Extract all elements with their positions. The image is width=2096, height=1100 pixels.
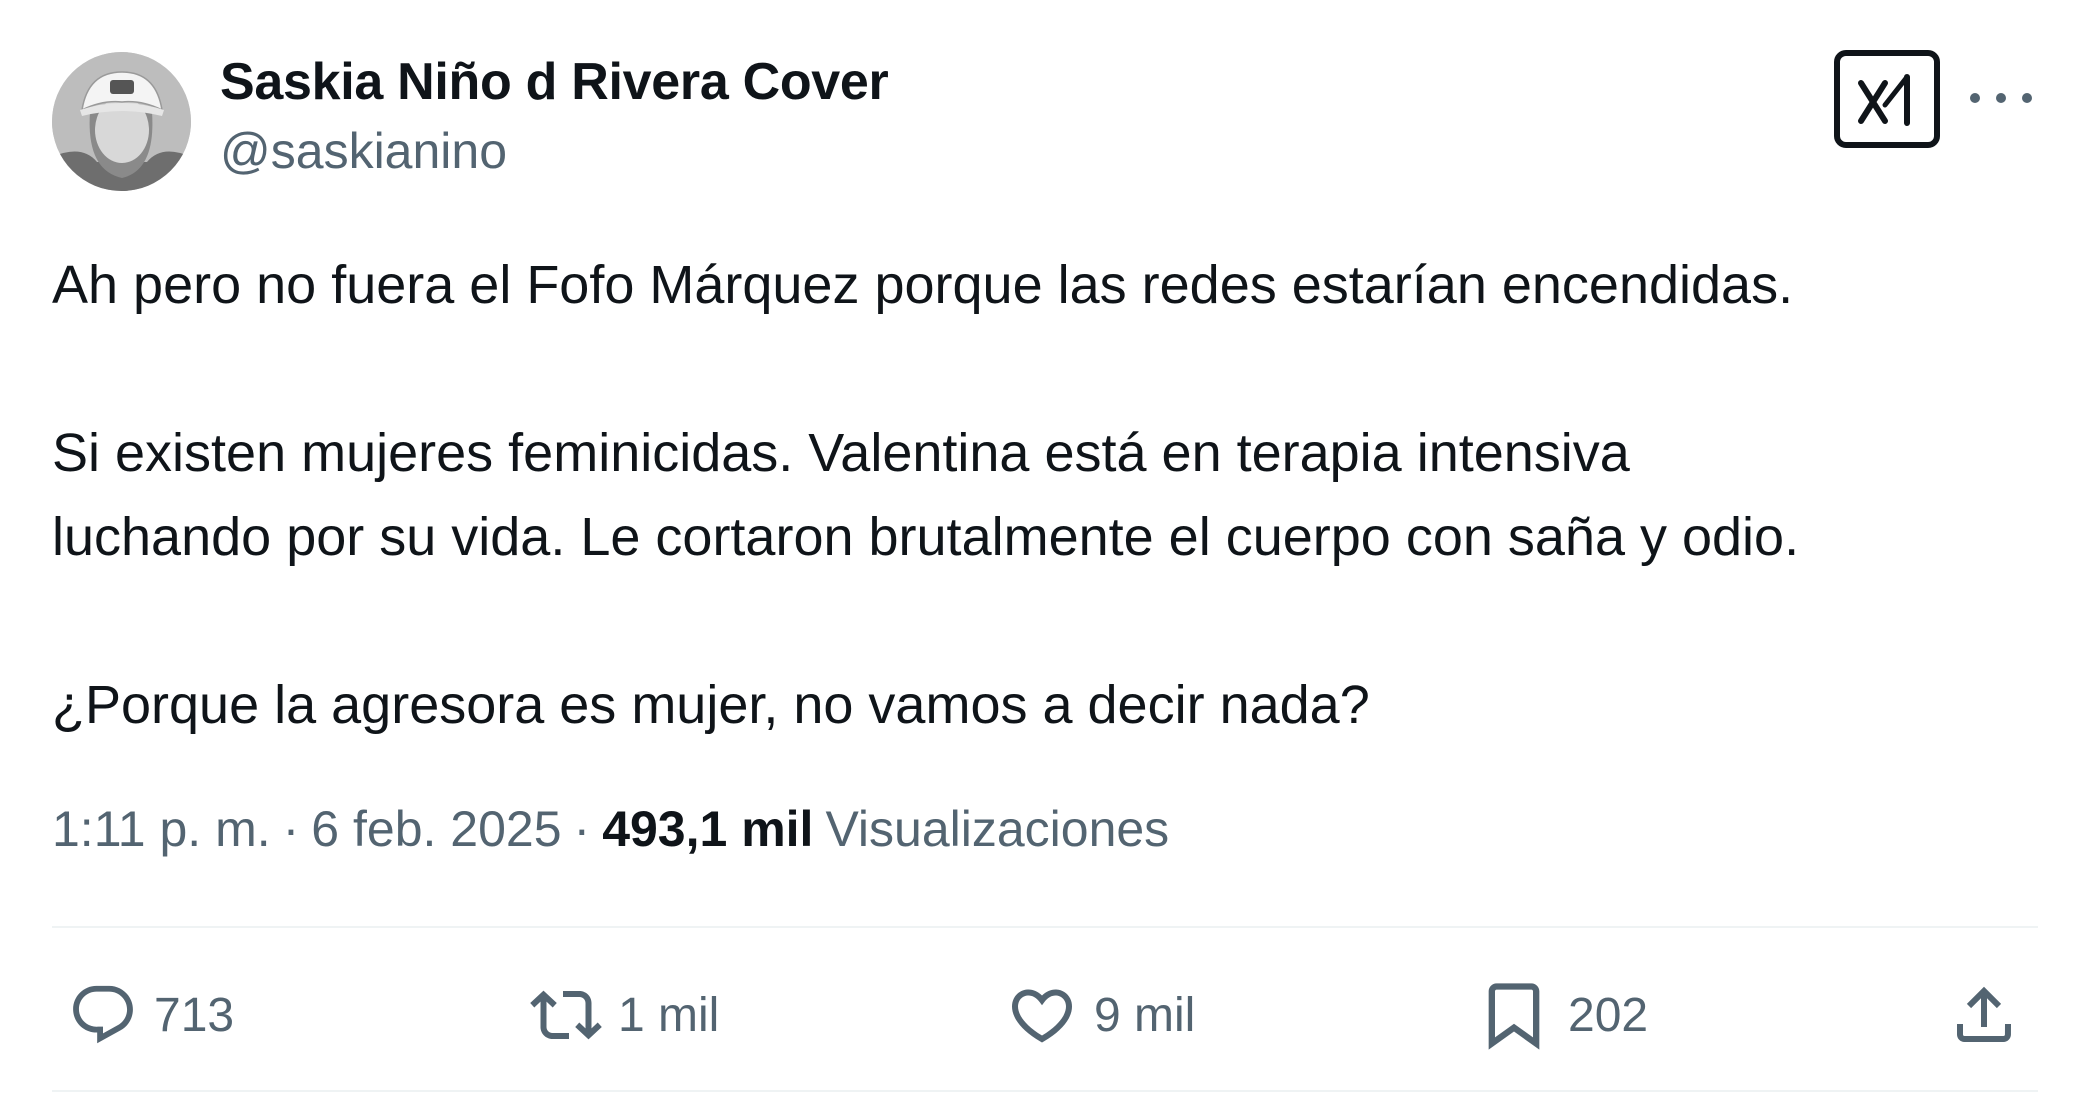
avatar[interactable]	[52, 52, 191, 191]
more-icon[interactable]	[1970, 78, 2032, 118]
tweet-date[interactable]: 6 feb. 2025	[311, 800, 561, 858]
share-button[interactable]	[1948, 965, 2020, 1065]
grok-icon[interactable]	[1834, 50, 1940, 148]
repost-button[interactable]: 1 mil	[530, 965, 719, 1065]
tweet-line: luchando por su vida. Le cortaron brutal…	[52, 507, 1800, 567]
like-icon	[1011, 989, 1073, 1043]
action-bar: 713 1 mil 9 mil 202	[52, 965, 2038, 1065]
repost-count: 1 mil	[618, 988, 720, 1042]
views-count: 493,1 mil	[602, 801, 814, 857]
divider	[52, 926, 2038, 928]
like-count: 9 mil	[1094, 988, 1196, 1042]
separator-dot: ·	[282, 801, 300, 857]
bookmark-count: 202	[1568, 988, 1649, 1042]
author-display-name[interactable]: Saskia Niño d Rivera Cover	[220, 52, 889, 112]
reply-icon	[73, 985, 133, 1044]
tweet-meta: 1:11 p. m. · 6 feb. 2025 · 493,1 mil Vis…	[52, 800, 1169, 858]
reply-button[interactable]: 713	[68, 965, 234, 1065]
views-label: Visualizaciones	[825, 801, 1170, 857]
author-handle[interactable]: @saskianino	[220, 122, 507, 180]
tweet-line: Ah pero no fuera el Fofo Márquez porque …	[52, 255, 1794, 315]
bookmark-icon	[1488, 983, 1540, 1050]
like-button[interactable]: 9 mil	[1006, 965, 1195, 1065]
tweet-text: Ah pero no fuera el Fofo Márquez porque …	[52, 243, 2052, 747]
reply-count: 713	[154, 988, 235, 1042]
tweet-line: Si existen mujeres feminicidas. Valentin…	[52, 423, 1630, 483]
divider	[52, 1090, 2038, 1092]
profile-photo-icon	[52, 52, 191, 191]
repost-icon	[530, 990, 602, 1040]
tweet-time[interactable]: 1:11 p. m.	[52, 800, 271, 858]
separator-dot: ·	[573, 801, 591, 857]
tweet-line: ¿Porque la agresora es mujer, no vamos a…	[52, 675, 1370, 735]
bookmark-button[interactable]: 202	[1476, 965, 1648, 1065]
share-icon	[1957, 986, 2011, 1042]
